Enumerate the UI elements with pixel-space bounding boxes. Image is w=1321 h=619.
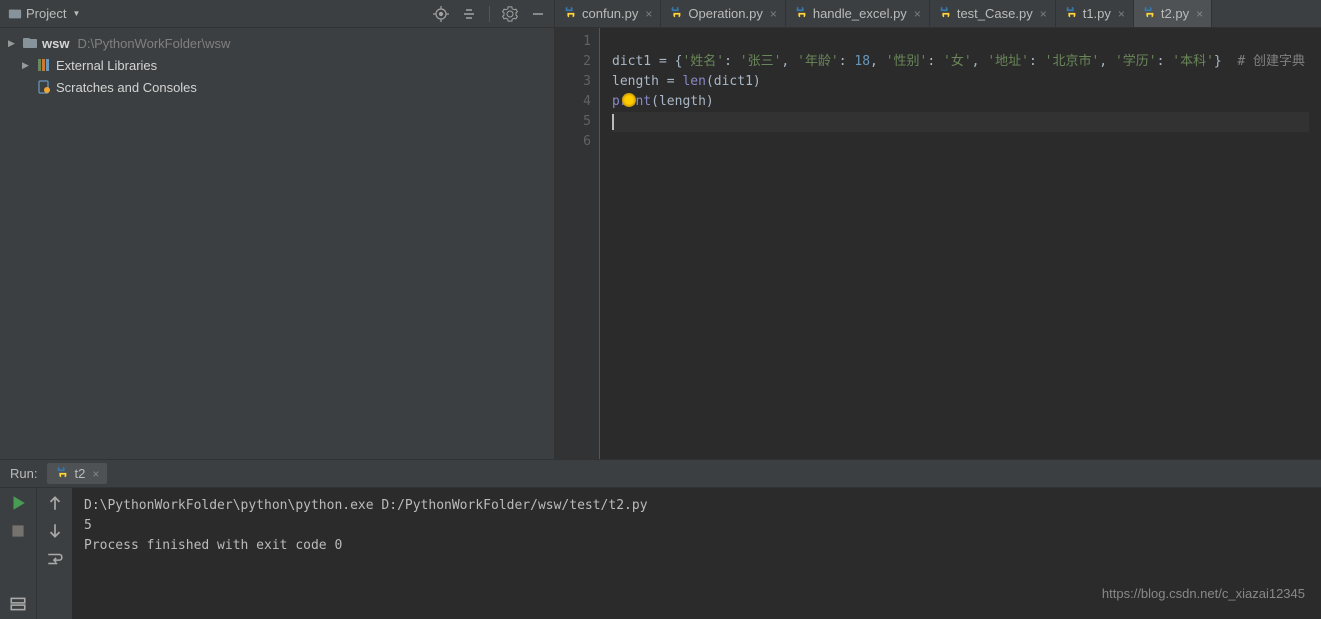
project-icon [8, 7, 22, 21]
tab-confun[interactable]: confun.py × [555, 0, 661, 27]
close-icon[interactable]: × [914, 7, 921, 21]
tree-label: External Libraries [56, 58, 157, 73]
tab-t1[interactable]: t1.py × [1056, 0, 1134, 27]
code-line: length = len(dict1) [612, 72, 1309, 92]
code-line [612, 32, 1309, 52]
python-file-icon [1142, 5, 1156, 22]
python-file-icon [938, 5, 952, 22]
run-controls [0, 488, 36, 619]
toolbar-divider [489, 6, 490, 22]
down-arrow-icon[interactable] [46, 522, 64, 540]
tab-test-case[interactable]: test_Case.py × [930, 0, 1056, 27]
code-line: dict1 = {'姓名': '张三', '年龄': 18, '性别': '女'… [612, 52, 1309, 72]
output-line: D:\PythonWorkFolder\python\python.exe D:… [84, 496, 1309, 516]
stop-icon[interactable] [9, 522, 27, 540]
run-header: Run: t2 × [0, 460, 1321, 488]
wrap-icon[interactable] [46, 550, 64, 568]
tab-label: t2.py [1161, 6, 1189, 21]
tree-item-scratches[interactable]: Scratches and Consoles [0, 76, 554, 98]
line-number: 5 [555, 112, 591, 132]
tree-label: Scratches and Consoles [56, 80, 197, 95]
run-nav [36, 488, 72, 619]
tree-item-external[interactable]: ▶ External Libraries [0, 54, 554, 76]
close-icon[interactable]: × [1118, 7, 1125, 21]
editor-panel: confun.py × Operation.py × handle_excel.… [555, 0, 1321, 459]
tab-label: Operation.py [688, 6, 762, 21]
tab-label: confun.py [582, 6, 638, 21]
close-icon[interactable]: × [1196, 7, 1203, 21]
tab-t2[interactable]: t2.py × [1134, 0, 1212, 27]
line-number: 6 [555, 132, 591, 152]
expand-icon[interactable] [461, 6, 477, 22]
close-icon[interactable]: × [1040, 7, 1047, 21]
folder-icon [22, 35, 38, 51]
locate-icon[interactable] [433, 6, 449, 22]
code-line: print(length) [612, 92, 1309, 112]
line-number: 4 [555, 92, 591, 112]
line-number: 3 [555, 72, 591, 92]
scratch-icon [36, 79, 52, 95]
tree-arrow-icon: ▶ [8, 38, 18, 49]
python-file-icon [669, 5, 683, 22]
hide-icon[interactable] [530, 6, 546, 22]
line-number: 2 [555, 52, 591, 72]
tab-operation[interactable]: Operation.py × [661, 0, 785, 27]
run-tab[interactable]: t2 × [47, 463, 107, 484]
editor-body[interactable]: 1 2 3 4 5 6 dict1 = {'姓名': '张三', '年龄': 1… [555, 28, 1321, 459]
close-icon[interactable]: × [92, 467, 99, 481]
tab-label: handle_excel.py [813, 6, 907, 21]
gear-icon[interactable] [502, 6, 518, 22]
up-arrow-icon[interactable] [46, 494, 64, 512]
play-icon[interactable] [9, 494, 27, 512]
close-icon[interactable]: × [770, 7, 777, 21]
output-line: Process finished with exit code 0 [84, 536, 1309, 556]
run-label: Run: [10, 466, 37, 481]
tab-handle-excel[interactable]: handle_excel.py × [786, 0, 930, 27]
project-dropdown[interactable]: Project ▼ [8, 6, 80, 21]
gutter: 1 2 3 4 5 6 [555, 28, 600, 459]
tree-path: D:\PythonWorkFolder\wsw [77, 36, 230, 51]
chevron-down-icon: ▼ [72, 9, 80, 18]
editor-tabs: confun.py × Operation.py × handle_excel.… [555, 0, 1321, 28]
project-title-label: Project [26, 6, 66, 21]
project-tree: ▶ wsw D:\PythonWorkFolder\wsw ▶ External… [0, 28, 554, 459]
project-header: Project ▼ [0, 0, 554, 28]
python-file-icon [563, 5, 577, 22]
python-file-icon [1064, 5, 1078, 22]
library-icon [36, 57, 52, 73]
tree-label: wsw [42, 36, 69, 51]
run-tab-label: t2 [74, 466, 85, 481]
watermark: https://blog.csdn.net/c_xiazai12345 [1102, 586, 1305, 601]
tab-label: test_Case.py [957, 6, 1033, 21]
project-panel: Project ▼ [0, 0, 555, 459]
tree-arrow-icon: ▶ [22, 60, 32, 71]
bulb-icon[interactable] [622, 93, 636, 107]
code-line-current [612, 112, 1309, 132]
code-area[interactable]: dict1 = {'姓名': '张三', '年龄': 18, '性别': '女'… [600, 28, 1321, 459]
close-icon[interactable]: × [645, 7, 652, 21]
line-number: 1 [555, 32, 591, 52]
tab-label: t1.py [1083, 6, 1111, 21]
python-file-icon [794, 5, 808, 22]
python-file-icon [55, 465, 69, 482]
code-line [612, 132, 1309, 152]
tree-item-root[interactable]: ▶ wsw D:\PythonWorkFolder\wsw [0, 32, 554, 54]
layout-icon[interactable] [9, 595, 27, 613]
output-line: 5 [84, 516, 1309, 536]
